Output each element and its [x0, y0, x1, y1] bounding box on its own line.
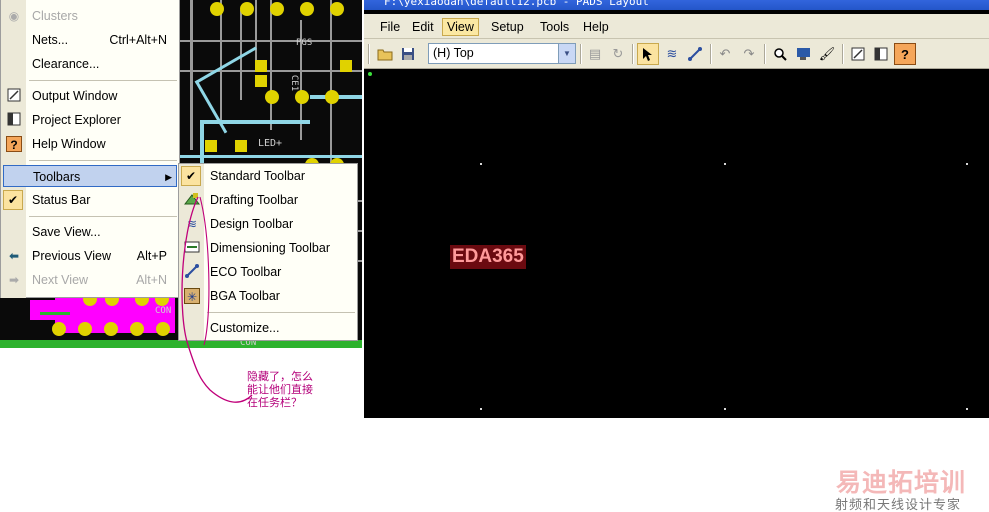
standard-toolbar: (H) Top ▼ ▤ ↻ ≋ ↶ ↷ 🖌 ? [364, 39, 989, 69]
menu-view[interactable]: View [442, 18, 479, 36]
menu-file[interactable]: File [376, 18, 404, 36]
properties-icon[interactable]: ▤ [584, 43, 606, 65]
pads-layout-window: F:\yexiaodan\default12.pcb - PADS Layout… [364, 0, 989, 418]
open-folder-icon[interactable] [374, 43, 396, 65]
menu-setup[interactable]: Setup [487, 18, 528, 36]
menu-item-toolbars[interactable]: Toolbars ▶ [3, 165, 177, 187]
redo-icon[interactable]: ↷ [738, 43, 760, 65]
output-window-icon[interactable] [847, 43, 869, 65]
forward-arrow-icon: ➡ [8, 273, 20, 287]
annotation-line: 在任务栏？ [247, 396, 302, 409]
menu-item-clearance[interactable]: Clearance... [1, 53, 179, 75]
title-bar[interactable]: F:\yexiaodan\default12.pcb - PADS Layout [364, 0, 989, 10]
back-arrow-icon: ⬅ [8, 249, 20, 263]
save-icon[interactable] [397, 43, 419, 65]
menu-bar: File Edit View Setup Tools Help [364, 14, 989, 39]
help-icon[interactable]: ? [894, 43, 916, 65]
menu-edit[interactable]: Edit [408, 18, 438, 36]
menu-item-help-window[interactable]: ? Help Window [1, 133, 179, 155]
help-icon: ? [6, 136, 22, 152]
menu-help[interactable]: Help [579, 18, 613, 36]
output-window-icon [6, 88, 22, 104]
menu-item-clusters: ◉ Clusters [1, 5, 179, 27]
submenu-arrow-icon: ▶ [165, 172, 172, 182]
pcb-silkscreen-text: PGS [296, 38, 313, 48]
menu-tools[interactable]: Tools [536, 18, 573, 36]
menu-item-project-explorer[interactable]: Project Explorer [1, 109, 179, 131]
undo-icon[interactable]: ↶ [714, 43, 736, 65]
menu-item-next-view: ➡ Next View Alt+N [1, 269, 179, 291]
chevron-down-icon[interactable]: ▼ [558, 44, 575, 63]
project-explorer-icon[interactable] [870, 43, 892, 65]
eda365-label: EDA365 [450, 245, 526, 269]
submenu-item-standard-toolbar[interactable]: Standard Toolbar [179, 165, 357, 187]
design-toolbar-icon[interactable]: ≋ [661, 43, 683, 65]
refresh-icon[interactable]: ↻ [607, 43, 629, 65]
annotation-line: 能让他们直接 [247, 383, 313, 396]
menu-item-save-view[interactable]: Save View... [1, 221, 179, 243]
pcb-silkscreen-text: CE1 [289, 74, 300, 92]
menu-item-nets[interactable]: Nets... Ctrl+Alt+N [1, 29, 179, 51]
clusters-icon: ◉ [8, 9, 20, 23]
select-arrow-icon[interactable] [637, 43, 659, 65]
origin-marker [368, 72, 372, 76]
watermark-subtitle: 射频和天线设计专家 [835, 498, 962, 512]
pcb-silkscreen-text: CON [155, 306, 172, 316]
paint-brush-icon[interactable]: 🖌 [816, 43, 838, 65]
routing-icon[interactable] [684, 43, 706, 65]
zoom-icon[interactable] [769, 43, 791, 65]
menu-item-output-window[interactable]: Output Window [1, 85, 179, 107]
layer-select[interactable]: (H) Top ▼ [428, 43, 576, 64]
annotation-note: 隐藏了，怎么 能让他们直接 在任务栏？ [247, 370, 313, 409]
menu-item-previous-view[interactable]: ⬅ Previous View Alt+P [1, 245, 179, 267]
view-menu: ◉ Clusters Nets... Ctrl+Alt+N Clearance.… [0, 0, 180, 298]
window-title: F:\yexiaodan\default12.pcb - PADS Layout [384, 0, 649, 8]
verify-icon[interactable] [793, 43, 815, 65]
menu-item-status-bar[interactable]: Status Bar [1, 189, 179, 211]
annotation-line: 隐藏了，怎么 [247, 370, 313, 383]
pcb-silkscreen-text: LED+ [258, 138, 283, 149]
project-explorer-icon [6, 112, 22, 128]
design-canvas[interactable] [364, 70, 989, 418]
layer-select-value: (H) Top [433, 46, 474, 60]
